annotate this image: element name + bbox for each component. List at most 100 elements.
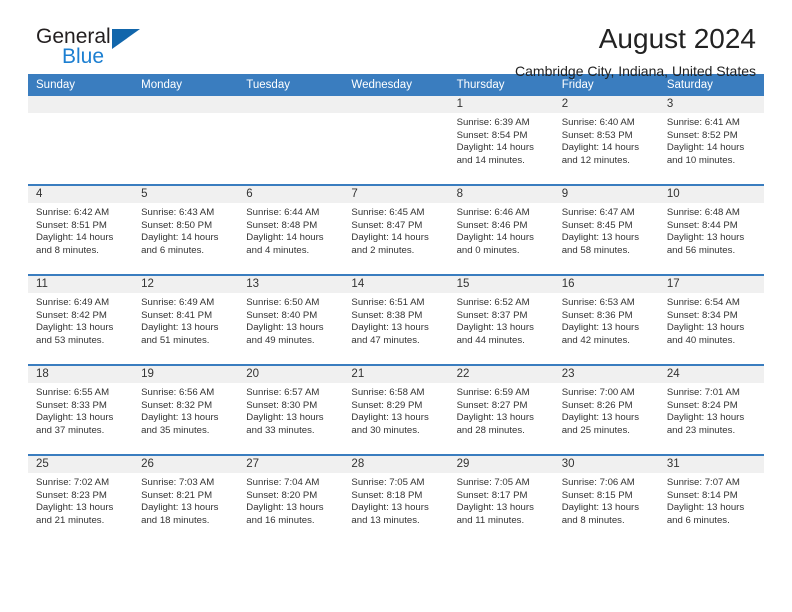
sunrise-text: Sunrise: 7:01 AM xyxy=(666,387,740,398)
daylight-text-line1: Daylight: 14 hours xyxy=(351,232,429,244)
sunrise-text: Sunrise: 6:49 AM xyxy=(141,297,215,308)
calendar-day-cell[interactable]: 12 Sunrise: 6:49 AM Sunset: 8:41 PM Dayl… xyxy=(133,274,239,365)
day-number: 15 xyxy=(448,276,554,293)
calendar-grid: Sunday Monday Tuesday Wednesday Thursday… xyxy=(28,74,764,544)
daylight-text-line1: Daylight: 13 hours xyxy=(456,412,534,424)
calendar-week-row: 11 Sunrise: 6:49 AM Sunset: 8:42 PM Dayl… xyxy=(28,274,764,365)
calendar-day-cell[interactable] xyxy=(238,96,344,185)
calendar-day-cell[interactable]: 8 Sunrise: 6:46 AM Sunset: 8:46 PM Dayli… xyxy=(448,184,554,275)
sunrise-text: Sunrise: 7:02 AM xyxy=(36,477,110,488)
calendar-day-cell[interactable]: 5 Sunrise: 6:43 AM Sunset: 8:50 PM Dayli… xyxy=(133,184,239,275)
daylight-text-line2: and 25 minutes. xyxy=(561,424,630,436)
sunrise-text: Sunrise: 7:06 AM xyxy=(561,477,635,488)
calendar-day-cell[interactable]: 13 Sunrise: 6:50 AM Sunset: 8:40 PM Dayl… xyxy=(238,274,344,365)
calendar-day-cell[interactable]: 3 Sunrise: 6:41 AM Sunset: 8:52 PM Dayli… xyxy=(658,96,764,185)
sunrise-text: Sunrise: 7:05 AM xyxy=(456,477,530,488)
calendar-day-cell[interactable]: 19 Sunrise: 6:56 AM Sunset: 8:32 PM Dayl… xyxy=(133,364,239,455)
daylight-text-line2: and 10 minutes. xyxy=(666,154,736,166)
calendar-day-cell[interactable]: 11 Sunrise: 6:49 AM Sunset: 8:42 PM Dayl… xyxy=(28,274,134,365)
day-number: 14 xyxy=(343,276,449,293)
daylight-text-line1: Daylight: 14 hours xyxy=(456,232,534,244)
calendar-day-cell[interactable] xyxy=(28,96,134,185)
calendar-week-row: 18 Sunrise: 6:55 AM Sunset: 8:33 PM Dayl… xyxy=(28,364,764,455)
calendar-day-cell[interactable]: 18 Sunrise: 6:55 AM Sunset: 8:33 PM Dayl… xyxy=(28,364,134,455)
daylight-text-line1: Daylight: 13 hours xyxy=(141,502,219,514)
calendar-day-cell[interactable]: 20 Sunrise: 6:57 AM Sunset: 8:30 PM Dayl… xyxy=(238,364,344,455)
daylight-text-line1: Daylight: 14 hours xyxy=(561,142,640,154)
day-number: 18 xyxy=(28,366,134,383)
daylight-text-line1: Daylight: 13 hours xyxy=(666,412,745,424)
day-number: 29 xyxy=(448,456,554,473)
calendar-day-cell[interactable]: 21 Sunrise: 6:58 AM Sunset: 8:29 PM Dayl… xyxy=(343,364,449,455)
day-number: 6 xyxy=(238,186,344,203)
day-number xyxy=(238,96,344,113)
brand-name-blue: Blue xyxy=(62,45,105,68)
calendar-day-cell[interactable]: 2 Sunrise: 6:40 AM Sunset: 8:53 PM Dayli… xyxy=(553,96,659,185)
calendar-day-cell[interactable] xyxy=(133,96,239,185)
weekday-header-tuesday: Tuesday xyxy=(238,74,344,96)
sunset-text: Sunset: 8:48 PM xyxy=(246,219,318,231)
sunset-text: Sunset: 8:14 PM xyxy=(666,489,738,501)
daylight-text-line1: Daylight: 13 hours xyxy=(36,412,114,424)
daylight-text-line1: Daylight: 14 hours xyxy=(141,232,219,244)
calendar-page: General Blue August 2024 Cambridge City,… xyxy=(0,0,792,612)
daylight-text-line1: Daylight: 13 hours xyxy=(666,232,745,244)
day-number: 26 xyxy=(133,456,239,473)
calendar-day-cell[interactable]: 6 Sunrise: 6:44 AM Sunset: 8:48 PM Dayli… xyxy=(238,184,344,275)
calendar-day-cell[interactable]: 9 Sunrise: 6:47 AM Sunset: 8:45 PM Dayli… xyxy=(553,184,659,275)
daylight-text-line1: Daylight: 13 hours xyxy=(456,502,534,514)
daylight-text-line1: Daylight: 14 hours xyxy=(36,232,114,244)
calendar-day-cell[interactable]: 17 Sunrise: 6:54 AM Sunset: 8:34 PM Dayl… xyxy=(658,274,764,365)
sunset-text: Sunset: 8:52 PM xyxy=(666,129,738,141)
calendar-day-cell[interactable]: 25 Sunrise: 7:02 AM Sunset: 8:23 PM Dayl… xyxy=(28,454,134,544)
day-number: 30 xyxy=(553,456,659,473)
day-number: 5 xyxy=(133,186,239,203)
calendar-day-cell[interactable]: 14 Sunrise: 6:51 AM Sunset: 8:38 PM Dayl… xyxy=(343,274,449,365)
sunrise-text: Sunrise: 6:43 AM xyxy=(141,207,215,218)
day-number: 31 xyxy=(658,456,764,473)
calendar-day-cell[interactable]: 28 Sunrise: 7:05 AM Sunset: 8:18 PM Dayl… xyxy=(343,454,449,544)
day-number xyxy=(343,96,449,113)
day-number: 12 xyxy=(133,276,239,293)
day-number: 17 xyxy=(658,276,764,293)
brand-logo[interactable]: General Blue xyxy=(36,26,156,76)
calendar-day-cell[interactable]: 24 Sunrise: 7:01 AM Sunset: 8:24 PM Dayl… xyxy=(658,364,764,455)
calendar-day-cell[interactable] xyxy=(343,96,449,185)
daylight-text-line1: Daylight: 13 hours xyxy=(246,412,324,424)
day-number: 10 xyxy=(658,186,764,203)
sunset-text: Sunset: 8:32 PM xyxy=(141,399,213,411)
daylight-text-line2: and 8 minutes. xyxy=(561,514,625,526)
daylight-text-line2: and 53 minutes. xyxy=(36,334,105,346)
calendar-day-cell[interactable]: 16 Sunrise: 6:53 AM Sunset: 8:36 PM Dayl… xyxy=(553,274,659,365)
sunrise-text: Sunrise: 7:05 AM xyxy=(351,477,425,488)
sunrise-text: Sunrise: 6:56 AM xyxy=(141,387,215,398)
calendar-day-cell[interactable]: 29 Sunrise: 7:05 AM Sunset: 8:17 PM Dayl… xyxy=(448,454,554,544)
daylight-text-line2: and 49 minutes. xyxy=(246,334,315,346)
calendar-day-cell[interactable]: 1 Sunrise: 6:39 AM Sunset: 8:54 PM Dayli… xyxy=(448,96,554,185)
calendar-day-cell[interactable]: 23 Sunrise: 7:00 AM Sunset: 8:26 PM Dayl… xyxy=(553,364,659,455)
sunrise-text: Sunrise: 7:07 AM xyxy=(666,477,740,488)
sunrise-text: Sunrise: 6:47 AM xyxy=(561,207,635,218)
calendar-day-cell[interactable]: 10 Sunrise: 6:48 AM Sunset: 8:44 PM Dayl… xyxy=(658,184,764,275)
day-number: 27 xyxy=(238,456,344,473)
sunset-text: Sunset: 8:53 PM xyxy=(561,129,633,141)
calendar-day-cell[interactable]: 26 Sunrise: 7:03 AM Sunset: 8:21 PM Dayl… xyxy=(133,454,239,544)
calendar-day-cell[interactable]: 7 Sunrise: 6:45 AM Sunset: 8:47 PM Dayli… xyxy=(343,184,449,275)
calendar-day-cell[interactable]: 4 Sunrise: 6:42 AM Sunset: 8:51 PM Dayli… xyxy=(28,184,134,275)
sunset-text: Sunset: 8:37 PM xyxy=(456,309,528,321)
calendar-day-cell[interactable]: 31 Sunrise: 7:07 AM Sunset: 8:14 PM Dayl… xyxy=(658,454,764,544)
calendar-day-cell[interactable]: 15 Sunrise: 6:52 AM Sunset: 8:37 PM Dayl… xyxy=(448,274,554,365)
sunset-text: Sunset: 8:15 PM xyxy=(561,489,633,501)
calendar-day-cell[interactable]: 30 Sunrise: 7:06 AM Sunset: 8:15 PM Dayl… xyxy=(553,454,659,544)
calendar-day-cell[interactable]: 27 Sunrise: 7:04 AM Sunset: 8:20 PM Dayl… xyxy=(238,454,344,544)
daylight-text-line2: and 28 minutes. xyxy=(456,424,525,436)
sunset-text: Sunset: 8:33 PM xyxy=(36,399,107,411)
sunrise-text: Sunrise: 6:48 AM xyxy=(666,207,740,218)
sunset-text: Sunset: 8:54 PM xyxy=(456,129,528,141)
day-number: 19 xyxy=(133,366,239,383)
day-number: 20 xyxy=(238,366,344,383)
calendar-day-cell[interactable]: 22 Sunrise: 6:59 AM Sunset: 8:27 PM Dayl… xyxy=(448,364,554,455)
sunrise-text: Sunrise: 7:03 AM xyxy=(141,477,215,488)
sunrise-text: Sunrise: 6:49 AM xyxy=(36,297,110,308)
sunrise-text: Sunrise: 6:45 AM xyxy=(351,207,425,218)
